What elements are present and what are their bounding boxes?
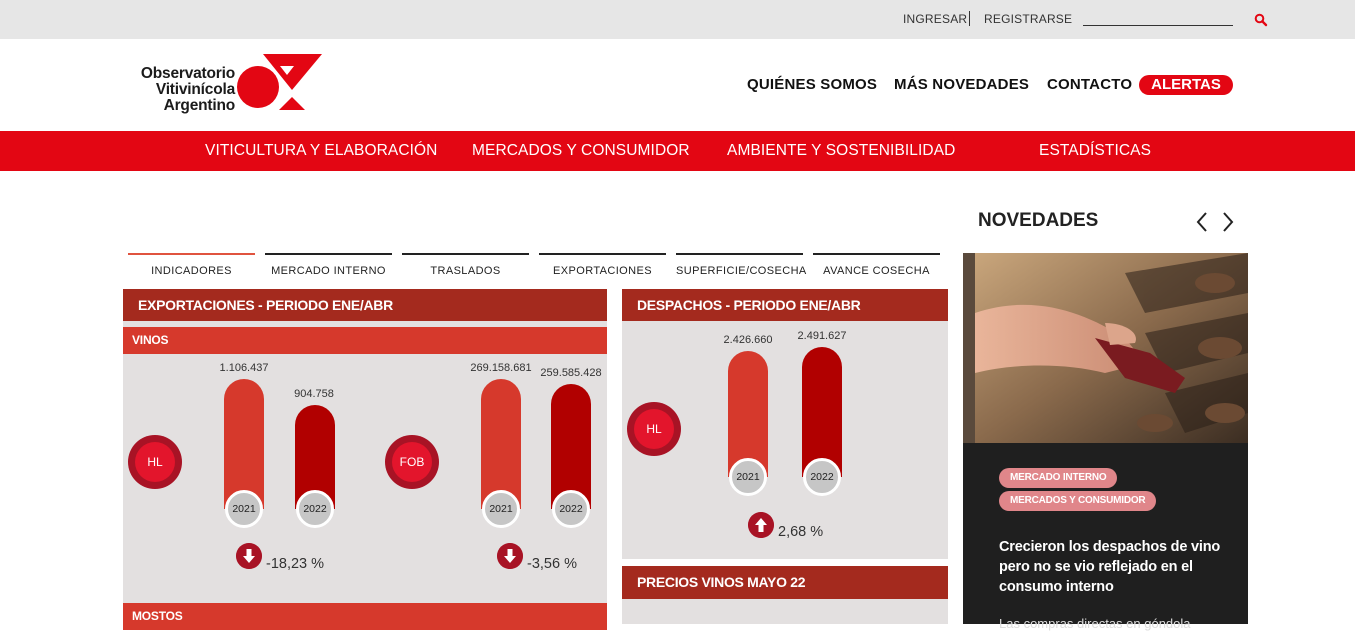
tab-indicadores[interactable]: INDICADORES bbox=[128, 253, 255, 279]
hl-unit-label: HL bbox=[135, 442, 175, 482]
fob-unit-badge: FOB bbox=[385, 435, 439, 489]
register-link[interactable]: REGISTRARSE bbox=[984, 12, 1072, 26]
news-image bbox=[975, 253, 1248, 443]
fob-unit-label: FOB bbox=[392, 442, 432, 482]
search-input[interactable] bbox=[1083, 10, 1233, 26]
wines-subheader: VINOS bbox=[123, 327, 607, 354]
tab-exportaciones[interactable]: EXPORTACIONES bbox=[539, 253, 666, 279]
logo-line-2: Vitivinícola bbox=[155, 81, 235, 98]
dispatch-change: 2,68 % bbox=[778, 524, 824, 540]
novedades-title: NOVEDADES bbox=[978, 210, 1099, 231]
exports-panel-title: EXPORTACIONES - PERIODO ENE/ABR bbox=[123, 289, 607, 321]
badge-mercados-consumidor[interactable]: MERCADOS Y CONSUMIDOR bbox=[999, 491, 1157, 511]
dispatch-2021-year: 2021 bbox=[729, 458, 767, 496]
category-environment[interactable]: AMBIENTE Y SOSTENIBILIDAD bbox=[727, 142, 955, 160]
prices-panel-title: PRECIOS VINOS MAYO 22 bbox=[622, 566, 948, 599]
exports-fob-2022-value: 259.585.428 bbox=[540, 367, 602, 379]
dispatch-hl-unit-label: HL bbox=[634, 409, 674, 449]
exports-hl-2021-value: 1.106.437 bbox=[219, 362, 269, 374]
exports-hl-2021-year: 2021 bbox=[225, 490, 263, 528]
tab-avance-cosecha[interactable]: AVANCE COSECHA bbox=[813, 253, 940, 279]
dispatch-panel-title: DESPACHOS - PERIODO ENE/ABR bbox=[622, 289, 948, 321]
hl-unit-badge: HL bbox=[128, 435, 182, 489]
tab-superficie-cosecha[interactable]: SUPERFICIE/COSECHA bbox=[676, 253, 806, 279]
nav-more-news[interactable]: MÁS NOVEDADES bbox=[894, 76, 1029, 93]
logo-line-3: Argentino bbox=[163, 97, 236, 114]
exports-fob-2021-year: 2021 bbox=[482, 490, 520, 528]
category-bar: VITICULTURA Y ELABORACIÓN MERCADOS Y CON… bbox=[0, 131, 1355, 171]
utility-separator bbox=[969, 11, 970, 26]
chevron-right-icon[interactable] bbox=[1220, 211, 1236, 233]
musts-subheader: MOSTOS bbox=[123, 603, 607, 630]
category-statistics[interactable]: ESTADÍSTICAS bbox=[1039, 142, 1151, 160]
tab-mercado-interno[interactable]: MERCADO INTERNO bbox=[265, 253, 392, 279]
nav-about[interactable]: QUIÉNES SOMOS bbox=[747, 76, 877, 93]
dispatch-2022-year: 2022 bbox=[803, 458, 841, 496]
utility-bar: INGRESAR REGISTRARSE bbox=[0, 0, 1355, 39]
logo-line-1: Observatorio bbox=[140, 65, 235, 82]
news-headline[interactable]: Crecieron los despachos de vino pero no … bbox=[999, 537, 1239, 597]
nav-contact[interactable]: CONTACTO bbox=[1047, 76, 1132, 93]
news-excerpt: Las compras directas en góndola bbox=[999, 616, 1191, 631]
category-markets[interactable]: MERCADOS Y CONSUMIDOR bbox=[472, 142, 690, 160]
site-header: Observatorio Vitivinícola Argentino QUIÉ… bbox=[0, 39, 1355, 131]
tab-traslados[interactable]: TRASLADOS bbox=[402, 253, 529, 279]
news-card[interactable]: MERCADO INTERNO MERCADOS Y CONSUMIDOR Cr… bbox=[963, 253, 1248, 631]
exports-hl-change: -18,23 % bbox=[266, 556, 325, 572]
arrow-down-icon bbox=[497, 543, 523, 569]
login-link[interactable]: INGRESAR bbox=[903, 12, 967, 26]
exports-hl-2022-value: 904.758 bbox=[294, 388, 334, 400]
exports-fob-change: -3,56 % bbox=[527, 556, 577, 572]
news-image-edge bbox=[963, 253, 975, 443]
dispatch-2022-value: 2.491.627 bbox=[797, 330, 847, 342]
logo-text: Observatorio Vitivinícola Argentino bbox=[123, 66, 235, 114]
search-icon[interactable] bbox=[1254, 13, 1268, 27]
exports-hl-2022-year: 2022 bbox=[296, 490, 334, 528]
chevron-left-icon[interactable] bbox=[1194, 211, 1210, 233]
logo-mark-icon bbox=[237, 54, 322, 110]
dispatch-hl-unit-badge: HL bbox=[627, 402, 681, 456]
badge-mercado-interno[interactable]: MERCADO INTERNO bbox=[999, 468, 1118, 488]
arrow-down-icon bbox=[236, 543, 262, 569]
alerts-button[interactable]: ALERTAS bbox=[1139, 75, 1233, 95]
arrow-up-icon bbox=[748, 512, 774, 538]
exports-fob-2022-year: 2022 bbox=[552, 490, 590, 528]
category-viticulture[interactable]: VITICULTURA Y ELABORACIÓN bbox=[205, 142, 437, 160]
